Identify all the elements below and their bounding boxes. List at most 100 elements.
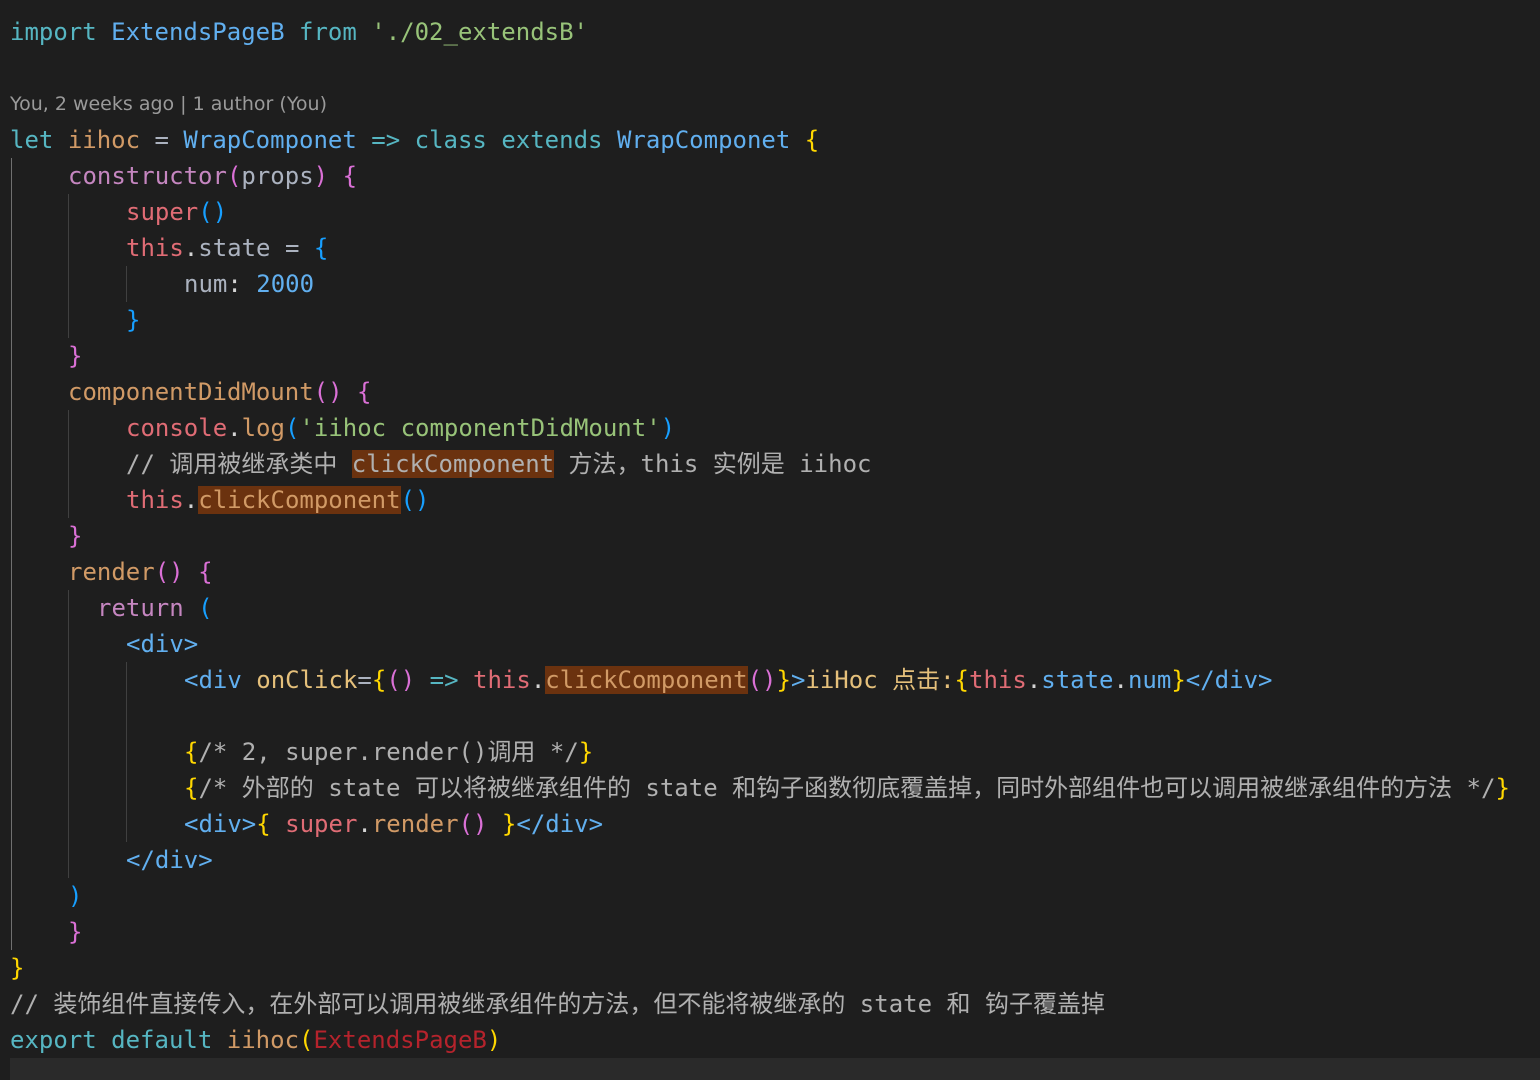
operator-eq: = [154, 126, 169, 154]
parens: () [386, 666, 416, 694]
indent-guide [68, 194, 69, 338]
prop-num: num [1127, 666, 1172, 694]
dot: . [227, 414, 242, 442]
paren-open: ( [284, 414, 300, 442]
jsx-end-tag: </div> [1185, 666, 1273, 694]
indent-guide [68, 410, 69, 518]
comment-prefix: // 调用被继承类中 [126, 450, 352, 478]
keyword-import: import [10, 18, 97, 46]
code-line-super-render: <div>{ super.render() }</div> [184, 806, 603, 842]
code-line-close: } [10, 950, 24, 986]
dot: . [357, 810, 372, 838]
parens: () [400, 486, 430, 514]
code-line-close: } [126, 302, 140, 338]
code-line-console-log: console.log('iihoc componentDidMount') [126, 410, 675, 446]
code-line-componentdidmount: componentDidMount() { [68, 374, 371, 410]
paren-close: ) [313, 162, 329, 190]
code-line-div-open: <div> [126, 626, 198, 662]
string-literal: 'iihoc componentDidMount' [299, 414, 661, 442]
operator-eq: = [357, 666, 372, 694]
keyword-this: this [126, 234, 184, 262]
brace-open: { [954, 666, 969, 694]
code-line-jsx-comment: {/* 外部的 state 可以将被继承组件的 state 和钩子函数彻底覆盖掉… [184, 770, 1510, 806]
jsx-tag-gt: > [790, 666, 806, 694]
code-line-call-click: this.clickComponent() [126, 482, 429, 518]
paren-open: ( [299, 1026, 314, 1054]
brace-close: } [10, 954, 25, 982]
indent-guide [11, 158, 12, 950]
brace-open: { [342, 162, 358, 190]
fn-componentdidmount: componentDidMount [68, 378, 314, 406]
brace-close: } [68, 918, 83, 946]
fn-iihoc: iihoc [226, 1026, 300, 1054]
fn-render: render [68, 558, 155, 586]
dot: . [1026, 666, 1042, 694]
dot: . [1113, 666, 1128, 694]
paren-close: ) [68, 882, 83, 910]
code-line-import: import ExtendsPageB from './02_extendsB' [10, 14, 588, 50]
jsx-comment: /* 2, super.render()调用 */ [198, 738, 579, 766]
jsx-tag: <div> [184, 810, 257, 838]
paren-open: ( [198, 594, 213, 622]
code-line-export: export default iihoc(ExtendsPageB) [10, 1022, 501, 1058]
keyword-this: this [969, 666, 1027, 694]
parens: () [458, 810, 488, 838]
brace-close: } [126, 306, 141, 334]
brace-close: } [1171, 666, 1186, 694]
keyword-export: export [10, 1026, 97, 1054]
brace-open: { [184, 738, 199, 766]
code-line-let: let iihoc = WrapComponet => class extend… [10, 122, 819, 158]
param-props: props [241, 162, 314, 190]
keyword-return: return [97, 594, 184, 622]
code-line-jsx-comment: {/* 2, super.render()调用 */} [184, 734, 593, 770]
jsx-attr-onclick: onClick [256, 666, 358, 694]
code-line-num: num: 2000 [184, 266, 314, 302]
number-value: 2000 [256, 270, 315, 298]
paren-close: ) [660, 414, 676, 442]
key-num: num [184, 270, 228, 298]
parens: () [747, 666, 777, 694]
operator-eq: = [284, 234, 300, 262]
parens: () [313, 378, 343, 406]
dot: . [183, 234, 199, 262]
keyword-from: from [299, 18, 357, 46]
brace-open: { [804, 126, 820, 154]
method-log: log [241, 414, 285, 442]
var-iihoc: iihoc [67, 126, 141, 154]
colon: : [227, 270, 242, 298]
keyword-this: this [473, 666, 531, 694]
brace-close: } [1495, 774, 1510, 802]
code-line-super: super() [126, 194, 227, 230]
code-line-close: } [68, 338, 82, 374]
parens: () [154, 558, 184, 586]
brace-open: { [371, 666, 387, 694]
indent-guide [126, 266, 127, 302]
obj-console: console [126, 414, 228, 442]
brace-close: } [68, 342, 83, 370]
brace-close: } [68, 522, 83, 550]
dot: . [530, 666, 546, 694]
import-name: ExtendsPageB [111, 18, 285, 46]
code-line-return: return ( [97, 590, 213, 626]
current-line-highlight[interactable] [10, 1058, 1540, 1080]
comment-suffix: 方法，this 实例是 iihoc [554, 450, 872, 478]
brace-close: } [578, 738, 594, 766]
code-line-close: } [68, 518, 82, 554]
brace-close: } [501, 810, 517, 838]
brace-open: { [256, 810, 271, 838]
brace-open: { [313, 234, 329, 262]
indent-guide [126, 662, 127, 842]
fn-constructor: constructor [68, 162, 227, 190]
prop-state: state [1041, 666, 1114, 694]
code-editor[interactable]: import ExtendsPageB from './02_extendsB'… [0, 0, 1540, 1080]
paren-open: ( [226, 162, 242, 190]
codelens-blame[interactable]: You, 2 weeks ago | 1 author (You) [10, 88, 327, 120]
code-line-div-onclick: <div onClick={() => this.clickComponent(… [184, 662, 1272, 698]
keyword-super: super [285, 810, 358, 838]
brace-open: { [198, 558, 213, 586]
keyword-default: default [111, 1026, 213, 1054]
brace-open: { [184, 774, 199, 802]
param-wrap: WrapComponet [183, 126, 357, 154]
parens: () [198, 198, 228, 226]
comment: // 装饰组件直接传入，在外部可以调用被继承组件的方法，但不能将被继承的 sta… [10, 990, 1105, 1018]
